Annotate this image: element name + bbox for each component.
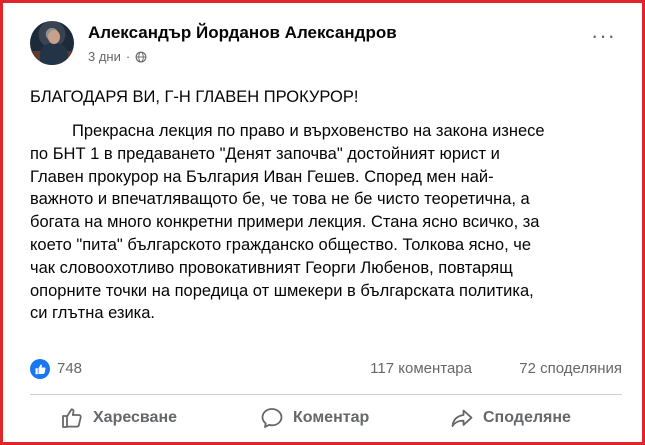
post-line: по БНТ 1 в предаването "Денят започва" д… (30, 144, 500, 163)
post-stats: 748 117 коментара 72 споделяния (30, 358, 622, 380)
post-line: чак словоохотливо провокативният Георги … (30, 258, 513, 277)
post-line: което "пита" българското гражданско обще… (30, 235, 532, 254)
globe-icon (135, 51, 147, 62)
thumbs-up-icon (62, 408, 82, 428)
more-options-icon[interactable]: ··· (591, 25, 616, 47)
comment-icon (261, 408, 283, 428)
post-body: Прекрасна лекция по право и върховенство… (30, 120, 620, 325)
reactions-count[interactable]: 748 (57, 360, 82, 377)
action-bar: Харесване Коментар Споделяне (30, 400, 622, 436)
post-line: богата на много конкретни примери лекция… (30, 213, 540, 232)
like-label: Харесване (93, 409, 178, 426)
share-button[interactable]: Споделяне (450, 400, 571, 436)
post-meta: 3 дни · (88, 49, 147, 64)
post-line: си глътна езика. (30, 304, 156, 323)
post-card: Александър Йорданов Александров 3 дни · … (0, 0, 645, 445)
post-headline: БЛАГОДАРЯ ВИ, Г-Н ГЛАВЕН ПРОКУРОР! (30, 88, 359, 106)
comment-label: Коментар (293, 409, 370, 426)
meta-separator: · (125, 49, 131, 64)
divider (30, 394, 622, 395)
post-line: опорните точки на поредица от шмекери в … (30, 281, 534, 300)
comment-button[interactable]: Коментар (260, 400, 369, 436)
post-header: Александър Йорданов Александров 3 дни · … (30, 21, 622, 69)
post-time[interactable]: 3 дни (88, 49, 121, 64)
comments-count[interactable]: 117 коментара (370, 360, 472, 377)
avatar[interactable] (30, 21, 74, 65)
post-line: Главен прокурор на България Иван Гешев. … (30, 167, 494, 186)
shares-count[interactable]: 72 споделяния (519, 360, 622, 377)
author-name[interactable]: Александър Йорданов Александров (88, 23, 397, 43)
like-reaction-icon[interactable] (30, 359, 50, 379)
post-line: Прекрасна лекция по право и върховенство… (72, 122, 545, 140)
share-icon (451, 409, 473, 427)
share-label: Споделяне (483, 409, 571, 426)
like-button[interactable]: Харесване (60, 400, 177, 436)
post-line: важното и впечатляващото бе, че това не … (30, 190, 530, 209)
